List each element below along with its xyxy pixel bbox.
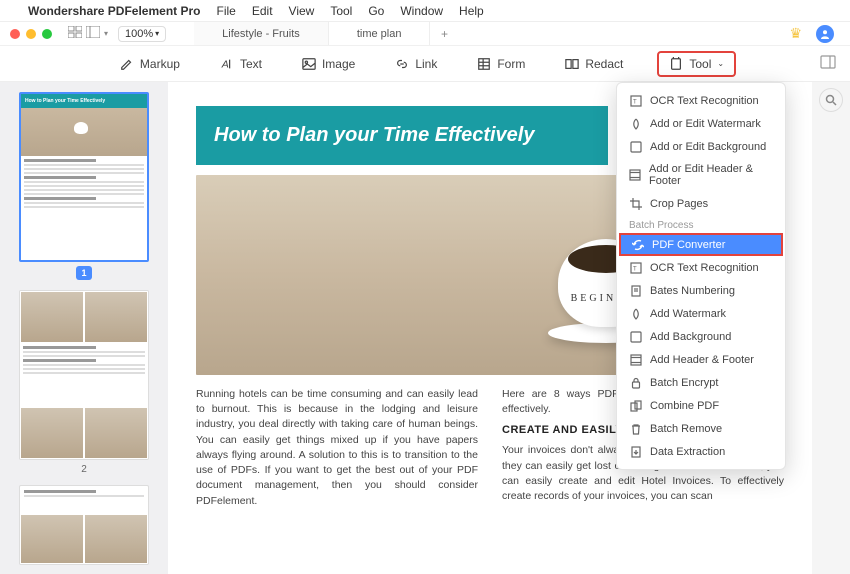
ocr-icon: T bbox=[629, 261, 642, 274]
menu-go[interactable]: Go bbox=[368, 4, 384, 18]
dd-batch-remove[interactable]: Batch Remove bbox=[617, 417, 785, 440]
titlebar-right: ♛ bbox=[789, 25, 840, 43]
svg-text:T: T bbox=[633, 266, 637, 272]
combine-icon bbox=[629, 399, 642, 412]
tool-dropdown-menu: T OCR Text Recognition Add or Edit Water… bbox=[616, 82, 786, 470]
zoom-value: 100% bbox=[125, 28, 153, 40]
thumbnails-icon[interactable] bbox=[68, 26, 82, 41]
svg-text:T: T bbox=[633, 99, 637, 105]
thumb-page-3[interactable] bbox=[12, 485, 156, 565]
menu-window[interactable]: Window bbox=[400, 4, 443, 18]
dd-data-extraction[interactable]: Data Extraction bbox=[617, 440, 785, 463]
macos-menubar: Wondershare PDFelement Pro File Edit Vie… bbox=[0, 0, 850, 22]
dd-batch-ocr[interactable]: T OCR Text Recognition bbox=[617, 256, 785, 279]
dd-ocr[interactable]: T OCR Text Recognition bbox=[617, 89, 785, 112]
main-toolbar: Markup A Text Image Link Form Redact Too… bbox=[0, 46, 850, 82]
converter-icon bbox=[631, 238, 644, 251]
dd-pdf-converter[interactable]: PDF Converter bbox=[619, 233, 783, 256]
zoom-select[interactable]: 100% ▾ bbox=[118, 26, 166, 42]
dd-edit-header-footer[interactable]: Add or Edit Header & Footer bbox=[617, 158, 785, 192]
watermark-icon bbox=[629, 117, 642, 130]
search-button[interactable] bbox=[819, 88, 843, 112]
user-avatar[interactable] bbox=[816, 25, 834, 43]
menu-view[interactable]: View bbox=[289, 4, 315, 18]
window-titlebar: ▾ 100% ▾ Lifestyle - Fruits time plan + … bbox=[0, 22, 850, 46]
image-button[interactable]: Image bbox=[296, 53, 361, 75]
column-1: Running hotels can be time consuming and… bbox=[196, 387, 478, 509]
dd-bates[interactable]: Bates Numbering bbox=[617, 279, 785, 302]
lock-icon bbox=[629, 376, 642, 389]
text-button[interactable]: A Text bbox=[214, 53, 268, 75]
markup-button[interactable]: Markup bbox=[114, 53, 186, 75]
right-search-strip bbox=[812, 82, 850, 574]
dd-add-header-footer[interactable]: Add Header & Footer bbox=[617, 348, 785, 371]
traffic-lights bbox=[10, 29, 52, 39]
thumb-page-1[interactable]: How to Plan your Time Effectively 1 bbox=[12, 92, 156, 280]
svg-text:A: A bbox=[221, 58, 229, 70]
trash-icon bbox=[629, 422, 642, 435]
add-tab-button[interactable]: + bbox=[430, 22, 458, 45]
dd-add-background[interactable]: Add Background bbox=[617, 325, 785, 348]
background-icon bbox=[629, 140, 642, 153]
dd-combine-pdf[interactable]: Combine PDF bbox=[617, 394, 785, 417]
close-button[interactable] bbox=[10, 29, 20, 39]
chevron-down-icon: ▾ bbox=[155, 29, 159, 38]
page-number: 2 bbox=[81, 464, 87, 475]
menu-edit[interactable]: Edit bbox=[252, 4, 273, 18]
menu-tool[interactable]: Tool bbox=[330, 4, 352, 18]
dd-edit-watermark[interactable]: Add or Edit Watermark bbox=[617, 112, 785, 135]
ocr-icon: T bbox=[629, 94, 642, 107]
bates-icon bbox=[629, 284, 642, 297]
right-panel-toggle-icon[interactable] bbox=[820, 55, 836, 72]
page-title-banner: How to Plan your Time Effectively bbox=[196, 106, 608, 165]
app-name[interactable]: Wondershare PDFelement Pro bbox=[28, 4, 201, 18]
header-footer-icon bbox=[629, 353, 642, 366]
dd-edit-background[interactable]: Add or Edit Background bbox=[617, 135, 785, 158]
view-controls: ▾ bbox=[68, 26, 108, 41]
header-footer-icon bbox=[629, 169, 641, 182]
sidebar-layout-icon[interactable] bbox=[86, 26, 100, 41]
crop-icon bbox=[629, 197, 642, 210]
dd-batch-encrypt[interactable]: Batch Encrypt bbox=[617, 371, 785, 394]
tab-lifestyle-fruits[interactable]: Lifestyle - Fruits bbox=[194, 22, 329, 45]
dd-add-watermark[interactable]: Add Watermark bbox=[617, 302, 785, 325]
tab-time-plan[interactable]: time plan bbox=[329, 22, 431, 45]
maximize-button[interactable] bbox=[42, 29, 52, 39]
thumb-page-2[interactable]: 2 bbox=[12, 290, 156, 475]
chevron-down-icon: ⌄ bbox=[717, 59, 724, 68]
document-tabs: Lifestyle - Fruits time plan + bbox=[194, 22, 779, 45]
menu-file[interactable]: File bbox=[217, 4, 236, 18]
link-button[interactable]: Link bbox=[389, 53, 443, 75]
tips-bulb-icon[interactable]: ♛ bbox=[789, 25, 802, 42]
tool-dropdown-button[interactable]: Tool ⌄ bbox=[657, 51, 736, 77]
minimize-button[interactable] bbox=[26, 29, 36, 39]
watermark-icon bbox=[629, 307, 642, 320]
form-button[interactable]: Form bbox=[471, 53, 531, 75]
dd-crop-pages[interactable]: Crop Pages bbox=[617, 192, 785, 215]
background-icon bbox=[629, 330, 642, 343]
extract-icon bbox=[629, 445, 642, 458]
dd-section-batch: Batch Process bbox=[617, 215, 785, 233]
thumbnails-sidebar[interactable]: How to Plan your Time Effectively 1 2 bbox=[0, 82, 168, 574]
page-number-badge: 1 bbox=[76, 266, 92, 280]
menu-help[interactable]: Help bbox=[459, 4, 484, 18]
redact-button[interactable]: Redact bbox=[559, 53, 629, 75]
